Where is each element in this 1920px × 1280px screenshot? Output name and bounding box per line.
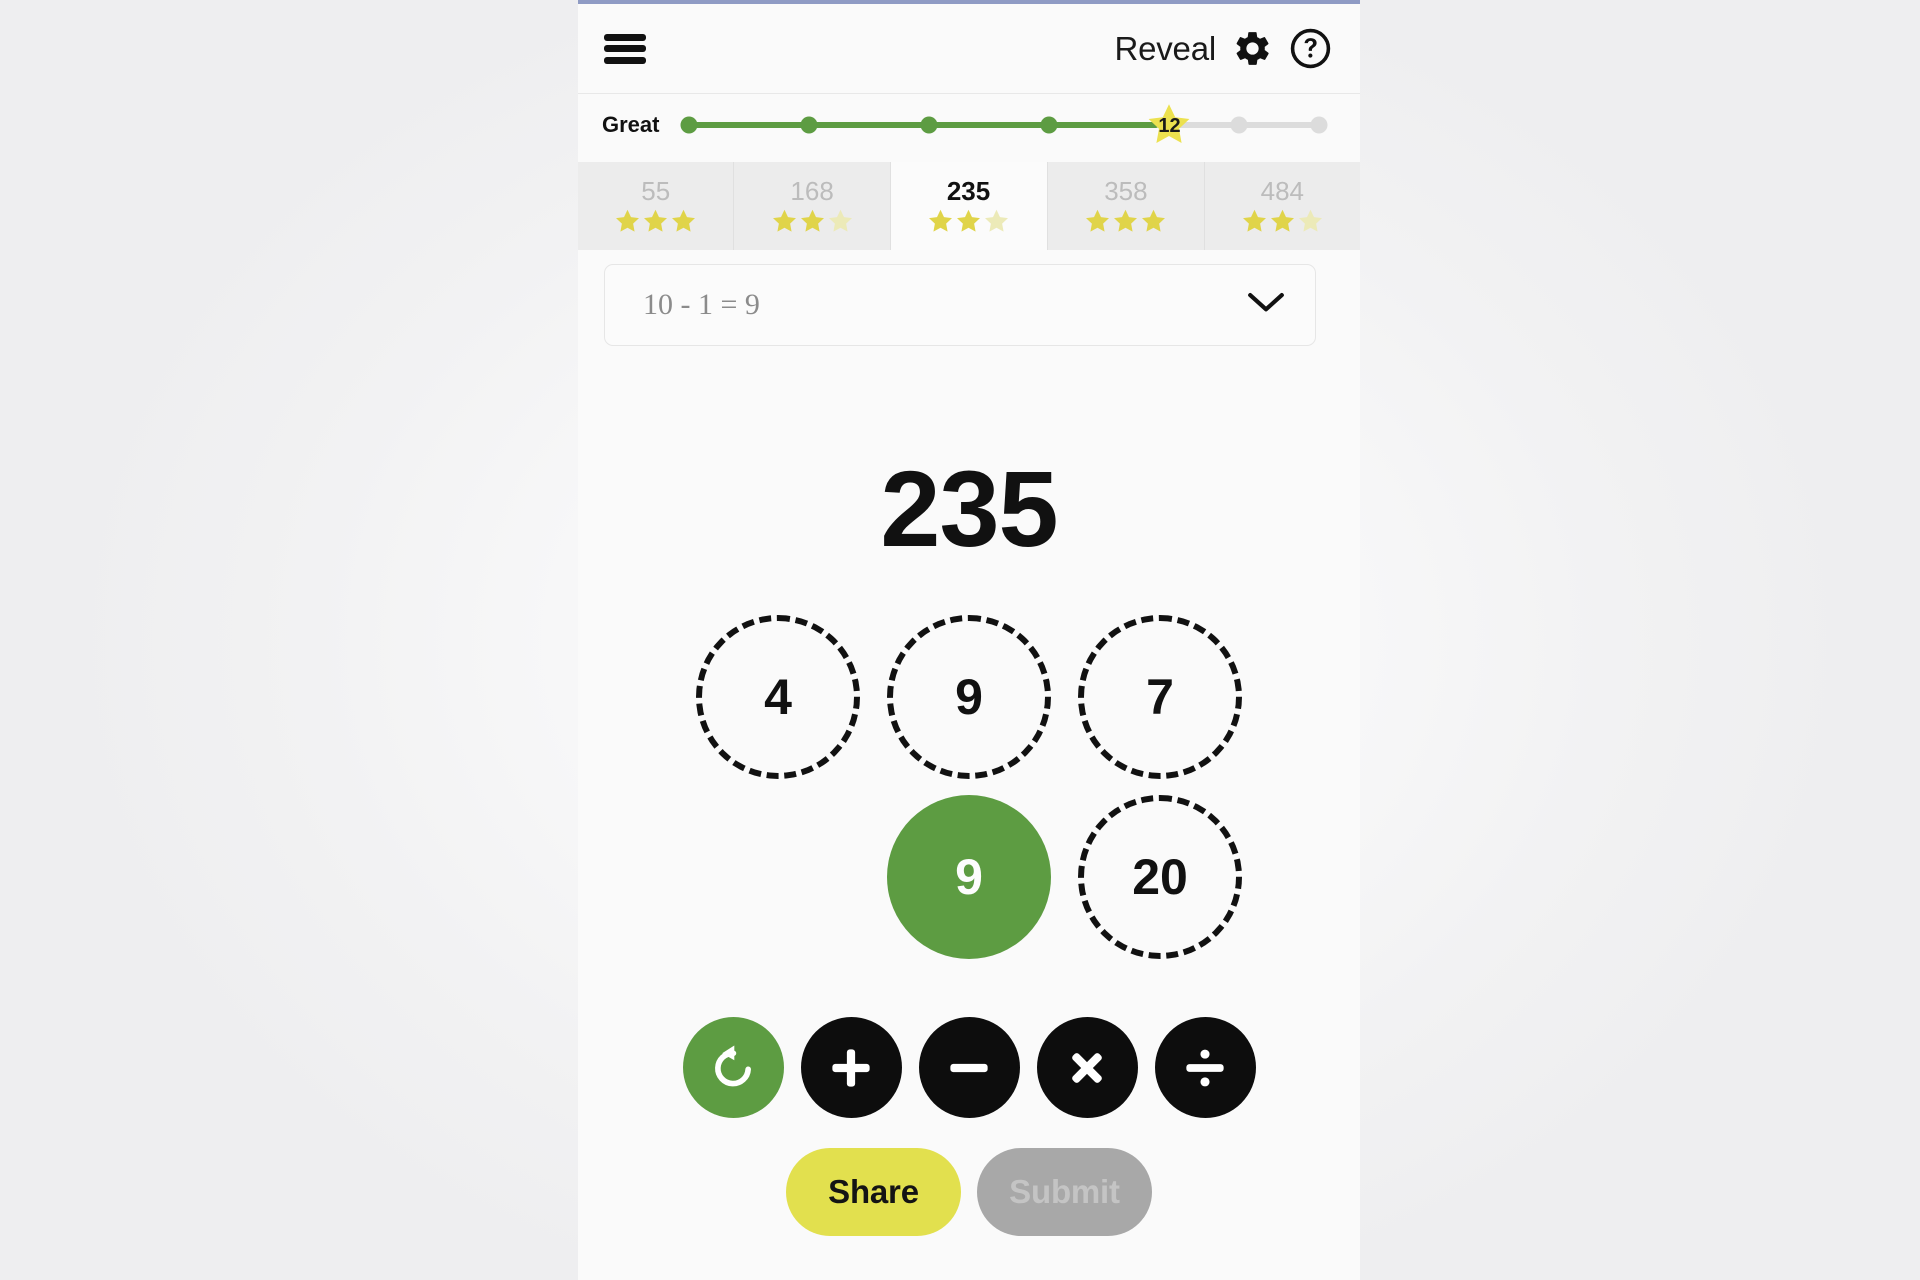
level-tab-55[interactable]: 55 <box>578 162 735 250</box>
multiply-icon <box>1072 1052 1102 1083</box>
progress-node[interactable] <box>680 116 698 134</box>
plus-icon <box>832 1048 870 1087</box>
level-tab-484[interactable]: 484 <box>1204 162 1361 250</box>
divide-icon <box>1186 1049 1224 1086</box>
level-tab-stars <box>927 208 1010 235</box>
hamburger-menu-icon[interactable] <box>604 32 646 66</box>
level-tabs: 55 168 235 358 484 <box>578 162 1361 250</box>
progress-node[interactable] <box>1040 116 1058 134</box>
number-tiles-row-2: 9 20 <box>578 795 1360 959</box>
number-tile-spacer <box>696 795 860 959</box>
equation-value: 10 - 1 = 9 <box>643 288 760 321</box>
star-icon <box>772 209 796 232</box>
header-actions: Reveal <box>1114 27 1332 70</box>
progress-node[interactable] <box>800 116 818 134</box>
progress-node[interactable] <box>1230 116 1248 134</box>
progress-label: Great <box>602 112 660 137</box>
star-icon <box>800 209 824 232</box>
game-panel: Reveal Great 12 55 168 235 358 484 10 - … <box>578 0 1361 1280</box>
undo-icon <box>715 1044 751 1086</box>
star-icon <box>1114 209 1138 232</box>
question-mark-circle-icon[interactable] <box>1289 27 1332 70</box>
progress-star-badge[interactable]: 12 <box>1145 101 1193 149</box>
progress-nodes: 12 <box>680 104 1328 145</box>
app-header: Reveal <box>578 4 1360 94</box>
star-icon <box>929 209 952 232</box>
minus-button[interactable] <box>918 1017 1020 1118</box>
level-tab-358[interactable]: 358 <box>1047 162 1205 250</box>
star-icon <box>1086 209 1110 232</box>
equation-history-select[interactable]: 10 - 1 = 9 <box>604 264 1316 346</box>
level-tab-number: 235 <box>946 176 991 207</box>
star-icon <box>672 209 696 232</box>
level-tab-number: 484 <box>1260 176 1305 207</box>
level-tab-168[interactable]: 168 <box>734 162 891 250</box>
level-tab-235[interactable]: 235 <box>890 162 1048 250</box>
undo-button[interactable] <box>682 1017 784 1118</box>
chevron-down-icon <box>1247 291 1285 320</box>
star-icon-empty <box>985 209 1008 232</box>
star-icon <box>1142 209 1166 232</box>
star-icon <box>1270 209 1294 232</box>
number-tile[interactable]: 9 <box>887 615 1051 779</box>
multiply-button[interactable] <box>1036 1017 1138 1118</box>
star-icon-empty <box>1298 209 1322 232</box>
number-tile[interactable]: 7 <box>1078 615 1242 779</box>
level-tab-number: 358 <box>1104 176 1148 207</box>
progress-track: Great 12 <box>578 95 1360 155</box>
action-buttons: Share Submit <box>578 1148 1360 1236</box>
divide-button[interactable] <box>1154 1017 1256 1118</box>
progress-star-value: 12 <box>1158 115 1181 137</box>
minus-icon <box>950 1063 988 1072</box>
share-button[interactable]: Share <box>786 1148 961 1236</box>
level-tab-stars <box>1241 208 1324 235</box>
number-tiles-row-1: 4 9 7 <box>578 615 1360 779</box>
star-icon-empty <box>828 209 852 232</box>
operator-buttons <box>578 1017 1360 1118</box>
level-tab-stars <box>771 208 854 235</box>
star-icon <box>644 209 668 232</box>
number-tile[interactable]: 20 <box>1078 795 1242 959</box>
star-icon <box>1242 209 1266 232</box>
submit-button: Submit <box>977 1148 1152 1236</box>
level-tab-stars <box>614 208 697 235</box>
number-tile-selected[interactable]: 9 <box>887 795 1051 959</box>
progress-node[interactable] <box>1310 116 1328 134</box>
level-tab-number: 55 <box>641 176 671 207</box>
level-tab-number: 168 <box>790 176 834 207</box>
progress-node[interactable] <box>920 116 938 134</box>
plus-button[interactable] <box>800 1017 902 1118</box>
number-tile[interactable]: 4 <box>696 615 860 779</box>
star-icon <box>957 209 980 232</box>
level-tab-stars <box>1084 208 1167 235</box>
reveal-button[interactable]: Reveal <box>1114 30 1216 68</box>
star-icon <box>616 209 640 232</box>
gear-icon[interactable] <box>1232 28 1273 69</box>
target-number: 235 <box>880 448 1058 569</box>
